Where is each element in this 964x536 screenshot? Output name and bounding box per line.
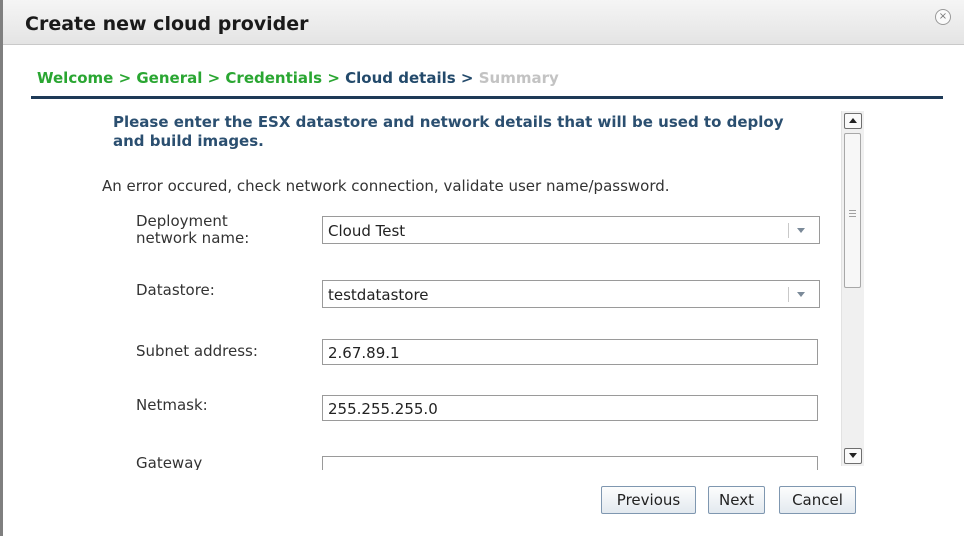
breadcrumb-separator: > xyxy=(327,69,340,87)
netmask-input[interactable]: 255.255.255.0 xyxy=(322,395,818,421)
chevron-down-icon xyxy=(797,228,805,233)
chevron-up-icon xyxy=(849,118,857,123)
scroll-up-button[interactable] xyxy=(844,113,862,129)
subnet-address-value: 2.67.89.1 xyxy=(328,344,400,362)
close-icon[interactable]: × xyxy=(935,9,951,25)
breadcrumb-step-credentials: Credentials xyxy=(225,69,323,87)
content-scrollbar[interactable] xyxy=(841,111,864,466)
dialog-title: Create new cloud provider xyxy=(25,13,309,35)
subnet-address-label: Subnet address: xyxy=(136,342,258,360)
breadcrumb-step-summary: Summary xyxy=(478,69,559,87)
datastore-label: Datastore: xyxy=(136,281,215,299)
datastore-value: testdatastore xyxy=(328,286,429,304)
deployment-network-value: Cloud Test xyxy=(328,222,406,240)
breadcrumb-step-welcome: Welcome xyxy=(37,69,114,87)
gateway-label: Gateway xyxy=(136,454,203,471)
scrollbar-thumb[interactable] xyxy=(844,133,861,288)
create-cloud-provider-dialog: Create new cloud provider × Welcome > Ge… xyxy=(0,0,964,536)
dialog-titlebar: Create new cloud provider xyxy=(3,0,964,45)
breadcrumb-separator: > xyxy=(207,69,221,87)
netmask-label: Netmask: xyxy=(136,396,208,414)
cancel-button[interactable]: Cancel xyxy=(779,486,856,514)
chevron-down-icon xyxy=(849,453,857,458)
instructions-text: Please enter the ESX datastore and netwo… xyxy=(113,113,784,150)
scroll-down-button[interactable] xyxy=(844,448,862,464)
netmask-value: 255.255.255.0 xyxy=(328,400,438,418)
breadcrumb-step-cloud-details: Cloud details xyxy=(345,69,456,87)
dialog-left-border xyxy=(0,0,3,536)
deployment-network-label: Deployment network name: xyxy=(136,212,250,247)
dropdown-arrow-box[interactable] xyxy=(788,223,809,238)
deployment-network-select[interactable]: Cloud Test xyxy=(322,216,820,244)
breadcrumb-step-general: General xyxy=(136,69,203,87)
subnet-address-input[interactable]: 2.67.89.1 xyxy=(322,339,818,365)
error-message: An error occured, check network connecti… xyxy=(102,177,670,195)
breadcrumb-separator: > xyxy=(460,69,474,87)
chevron-down-icon xyxy=(797,292,805,297)
breadcrumb-separator: > xyxy=(118,69,132,87)
dropdown-arrow-box[interactable] xyxy=(788,287,809,302)
gateway-input[interactable] xyxy=(322,456,818,470)
datastore-select[interactable]: testdatastore xyxy=(322,280,820,308)
breadcrumb-divider xyxy=(31,96,943,99)
next-button[interactable]: Next xyxy=(708,486,765,514)
grip-icon xyxy=(849,210,856,219)
wizard-content-panel: Please enter the ESX datastore and netwo… xyxy=(88,108,833,470)
previous-button[interactable]: Previous xyxy=(601,486,696,514)
wizard-breadcrumb: Welcome > General > Credentials > Cloud … xyxy=(37,69,559,87)
